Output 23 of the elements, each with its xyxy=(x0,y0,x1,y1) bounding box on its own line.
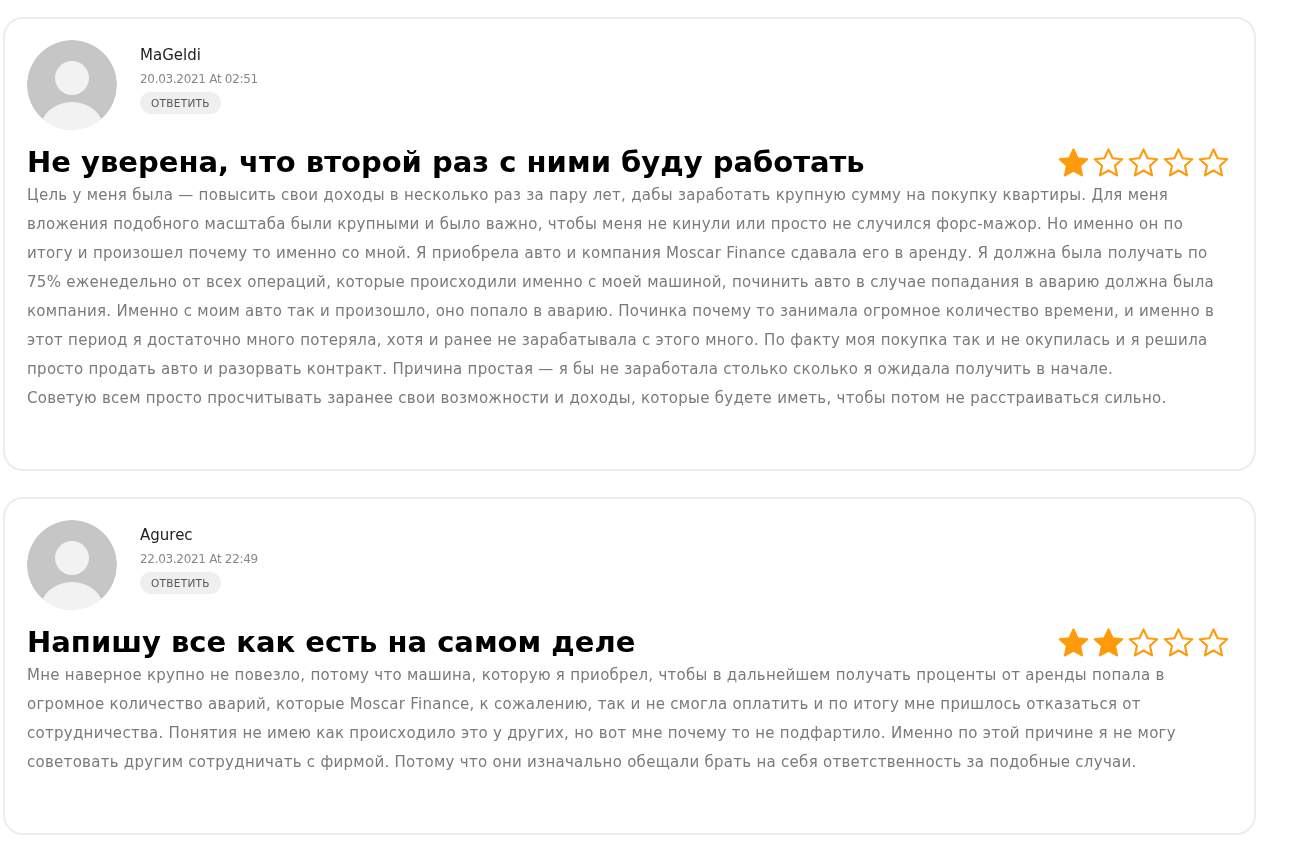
empty-star-icon xyxy=(1197,626,1230,658)
empty-star-icon xyxy=(1162,626,1195,658)
reply-button[interactable]: ОТВЕТИТЬ xyxy=(140,92,221,114)
review-date: 22.03.2021 At 22:49 xyxy=(140,552,258,567)
review-title: Не уверена, что второй раз с ними буду работать xyxy=(27,144,865,180)
empty-star-icon xyxy=(1197,146,1230,178)
filled-star-icon xyxy=(1092,626,1125,658)
review-text: Цель у меня была — повысить свои доходы в несколько раз за пару лет, дабы заработать крупную сумму на покупку квартиры. Для меня вложения подобного масштаба были крупными и было важно, чтобы меня не кинули или просто не случился форс-мажор. Но именно он по итогу и произошел почему то именно со мной. Я приобрела авто и компания Moscar Finance сдавала его в аренду. Я должна была получать по 75% еженедельно от всех операций, которые происходили именно с моей машиной, починить авто в случае попадания в аварию должна была компания. Именно с моим авто так и произошло, оно попало в аварию. Починка почему то занимала огромное количество времени, и именно в этот период я достаточно много потеряла, хотя и ранее не зарабатывала с этого много. По факту моя покупка так и не окупилась и я решила просто продать авто и разорвать контракт. Причина простая — я бы не заработала столько сколько я ожидала получить в начале. xyxy=(27,185,1216,380)
review-text: Советую всем просто просчитывать заранее свои возможности и доходы, которые будете иметь, чтобы потом не расстраиваться сильно. xyxy=(27,388,1168,409)
reply-button[interactable]: ОТВЕТИТЬ xyxy=(140,572,221,594)
avatar-silhouette-icon xyxy=(27,520,117,610)
review-text: Мне наверное крупно не повезло, потому что машина, которую я приобрел, чтобы в дальнейшем получать проценты от аренды попала в огромное количество аварий, которые Moscar Finance, к сожалению, так и не смогла оплатить и по итогу мне пришлось отказаться от сотрудничества. Понятия не имею как происходило это у других, но вот мне почему то не подфартило. Именно по этой причине я не могу советовать другим сотрудничать с фирмой. Потому что они изначально обещали брать на себя ответственность за подобные случаи. xyxy=(27,665,1177,773)
empty-star-icon xyxy=(1162,146,1195,178)
empty-star-icon xyxy=(1092,146,1125,178)
author-name: Agurec xyxy=(140,526,193,544)
empty-star-icon xyxy=(1127,626,1160,658)
author-name: MaGeldi xyxy=(140,46,201,64)
filled-star-icon xyxy=(1057,146,1090,178)
empty-star-icon xyxy=(1127,146,1160,178)
review-date: 20.03.2021 At 02:51 xyxy=(140,72,258,87)
review-title: Напишу все как есть на самом деле xyxy=(27,624,636,660)
filled-star-icon xyxy=(1057,626,1090,658)
avatar-silhouette-icon xyxy=(27,40,117,130)
